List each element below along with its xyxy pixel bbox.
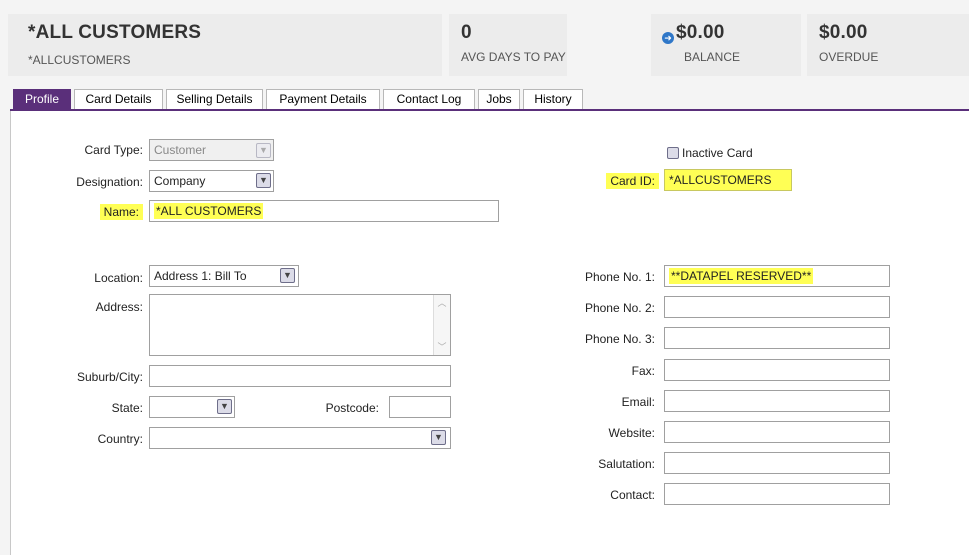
postcode-label: Postcode: [325,401,379,415]
chevron-down-icon[interactable]: ▼ [217,399,232,414]
website-field[interactable] [664,421,890,443]
tab-contact-log[interactable]: Contact Log [383,89,475,109]
chevron-down-icon[interactable]: ▼ [280,268,295,283]
phone3-label: Phone No. 3: [584,332,655,346]
tab-selling-details[interactable]: Selling Details [166,89,263,109]
address-label: Address: [95,300,143,314]
inactive-card-checkbox[interactable] [667,147,679,159]
phone2-field[interactable] [664,296,890,318]
card-type-value: Customer [154,143,207,157]
phone1-field[interactable]: **DATAPEL RESERVED** [664,265,890,287]
avg-days-label: AVG DAYS TO PAY [461,50,566,64]
avg-days-stat: 0 AVG DAYS TO PAY [449,14,567,76]
country-select[interactable] [149,427,451,449]
balance-value: $0.00 [676,22,725,43]
contact-field[interactable] [664,483,890,505]
card-id-label-text: Card ID: [606,173,659,189]
phone1-label: Phone No. 1: [584,270,655,284]
card-id-label: Card ID: [606,173,659,189]
overdue-label: OVERDUE [819,50,879,64]
name-label: Name: [99,204,143,220]
fax-label: Fax: [631,364,655,378]
inactive-card-label: Inactive Card [682,146,753,160]
card-summary: *ALL CUSTOMERS *ALLCUSTOMERS [8,14,442,76]
chevron-down-icon: ▼ [256,143,271,158]
state-label: State: [111,401,143,415]
balance-stat[interactable]: ➜ $0.00 BALANCE [651,14,801,76]
overdue-stat: $0.00 OVERDUE [807,14,969,76]
tab-payment-details[interactable]: Payment Details [266,89,380,109]
location-label: Location: [94,271,143,285]
avg-days-value: 0 [461,22,472,43]
location-select[interactable]: Address 1: Bill To [149,265,299,287]
suburb-label: Suburb/City: [76,370,143,384]
phone3-field[interactable] [664,327,890,349]
phone2-label: Phone No. 2: [584,301,655,315]
name-label-text: Name: [99,204,143,220]
card-name-title: *ALL CUSTOMERS [28,22,202,43]
scroll-up-icon[interactable]: ︿ [434,295,450,311]
designation-value: Company [154,174,206,188]
fax-field[interactable] [664,359,890,381]
location-value: Address 1: Bill To [154,269,247,283]
email-label: Email: [621,395,655,409]
country-label: Country: [97,432,143,446]
arrow-right-circle-icon[interactable]: ➜ [662,32,674,44]
card-type-label: Card Type: [84,143,143,157]
chevron-down-icon[interactable]: ▼ [256,173,271,188]
address-scrollbar[interactable]: ︿ ﹀ [433,295,450,355]
tab-card-details[interactable]: Card Details [74,89,163,109]
website-label: Website: [608,426,655,440]
card-id-field[interactable]: *ALLCUSTOMERS [664,169,792,191]
tab-jobs[interactable]: Jobs [478,89,520,109]
name-field[interactable]: *ALL CUSTOMERS [149,200,499,222]
address-textarea[interactable] [149,294,451,356]
chevron-down-icon[interactable]: ▼ [431,430,446,445]
name-value: *ALL CUSTOMERS [154,203,264,219]
balance-label: BALANCE [684,50,741,64]
scroll-down-icon[interactable]: ﹀ [434,339,450,355]
phone1-value: **DATAPEL RESERVED** [669,268,814,284]
salutation-label: Salutation: [598,457,655,471]
designation-label: Designation: [76,175,143,189]
card-id-subtitle: *ALLCUSTOMERS [28,53,131,67]
overdue-value: $0.00 [819,22,868,43]
suburb-field[interactable] [149,365,451,387]
tab-profile[interactable]: Profile [13,89,71,109]
salutation-field[interactable] [664,452,890,474]
email-field[interactable] [664,390,890,412]
tab-history[interactable]: History [523,89,583,109]
postcode-field[interactable] [389,396,451,418]
card-id-value: *ALLCUSTOMERS [669,173,772,187]
contact-label: Contact: [610,488,655,502]
